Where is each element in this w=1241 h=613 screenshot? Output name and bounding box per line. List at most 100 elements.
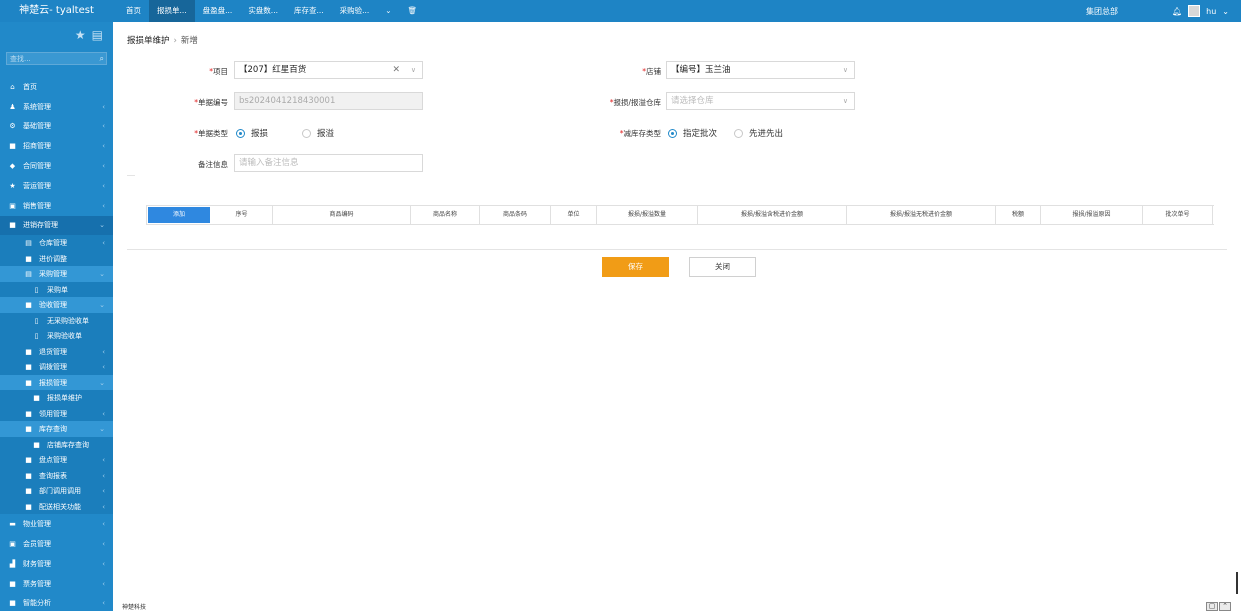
sidebar-item[interactable]: ■ 票务管理 ‹ <box>0 574 113 594</box>
clear-icon[interactable]: ✕ <box>392 62 400 78</box>
sidebar-item[interactable]: ■ 盘点管理 ‹ <box>0 452 113 468</box>
top-tab[interactable]: 采购验... <box>332 0 378 22</box>
sidebar-item[interactable]: ■ 领用管理 ‹ <box>0 405 113 422</box>
sidebar-item-label: 盘点管理 <box>39 456 67 465</box>
sidebar-item[interactable]: ▟ 财务管理 ‹ <box>0 554 113 574</box>
sidebar-item[interactable]: ■ 报损管理 ⌄ <box>0 374 113 391</box>
grid-column-header[interactable]: 报损/报溢原因 <box>1041 206 1143 224</box>
radio-unchecked-icon[interactable] <box>734 128 743 138</box>
chevron-down-icon[interactable]: ∨ <box>843 93 848 109</box>
doc-no-label: *单据编号 <box>194 98 228 107</box>
sidebar-item[interactable]: ■ 退货管理 ‹ <box>0 343 113 360</box>
sidebar-item[interactable]: ▯ 无采购验收单 <box>0 312 113 329</box>
save-button[interactable]: 保存 <box>602 257 669 277</box>
sidebar-item[interactable]: ★ 营运管理 ‹ <box>0 176 113 196</box>
list-icon[interactable]: ▤ <box>92 28 103 42</box>
bell-icon[interactable]: 🔔︎ <box>1172 7 1182 16</box>
sidebar-item[interactable]: ▬ 物业管理 ‹ <box>0 514 113 534</box>
sidebar-search-input[interactable] <box>7 53 106 64</box>
scrollbar[interactable] <box>1236 572 1238 594</box>
sidebar-item[interactable]: ♟ 系统管理 ‹ <box>0 97 113 117</box>
grid-column-header[interactable]: 商品编码 <box>273 206 411 224</box>
chart-icon: ▟ <box>9 559 16 568</box>
sidebar-item[interactable]: ⚙ 基础管理 ‹ <box>0 117 113 137</box>
sidebar-item[interactable]: ⌂ 首页 <box>0 77 113 97</box>
grid-icon: ■ <box>25 409 32 418</box>
sidebar-item[interactable]: ◆ 合同管理 ‹ <box>0 156 113 176</box>
top-tab[interactable]: 库存查... <box>286 0 332 22</box>
sidebar-item-label: 销售管理 <box>23 201 51 210</box>
sidebar-item[interactable]: ■ 店铺库存查询 <box>0 436 113 453</box>
avatar[interactable] <box>1188 5 1201 17</box>
grid-column-header[interactable]: 商品名称 <box>411 206 480 224</box>
sidebar-item[interactable]: ■ 配送相关功能 ‹ <box>0 498 113 515</box>
sidebar-item[interactable]: ■ 进销存管理 ⌄ <box>0 215 113 236</box>
sidebar-item-label: 验收管理 <box>39 301 67 310</box>
app-title[interactable]: 神楚云- tyaltest <box>0 0 113 22</box>
chevron-left-icon: ‹ <box>102 122 105 131</box>
sidebar-item[interactable]: ■ 库存查询 ⌄ <box>0 421 113 437</box>
star-icon[interactable]: ★ <box>75 28 86 42</box>
chevron-down-icon[interactable]: ∨ <box>411 62 416 78</box>
close-button[interactable]: 关闭 <box>689 257 756 277</box>
grid-column-header[interactable]: 税额 <box>996 206 1041 224</box>
top-bar: 神楚云- tyaltest 首页 报损单... 盘盈盘... 实盘数... 库存查...… <box>0 0 1241 22</box>
grid-column-header[interactable]: 报损/报溢含税进价金额 <box>698 206 847 224</box>
sidebar-item[interactable]: ■ 调拨管理 ‹ <box>0 359 113 375</box>
sidebar-item[interactable]: ▯ 采购单 <box>0 281 113 298</box>
breadcrumb-parent[interactable]: 报损单维护 <box>127 36 170 46</box>
scroll-top-icon[interactable]: ⌃ <box>1219 602 1231 611</box>
sidebar-item[interactable]: ■ 查询报表 ‹ <box>0 467 113 484</box>
radio-checked-icon[interactable] <box>236 128 245 138</box>
grid-column-header[interactable]: 批次单号 <box>1143 206 1213 224</box>
radio-checked-icon[interactable] <box>668 128 677 138</box>
project-select[interactable]: 【207】红星百货 ✕ ∨ <box>234 61 423 79</box>
chevron-left-icon: ‹ <box>102 599 105 608</box>
trash-icon[interactable]: 🗑︎ <box>400 0 426 22</box>
top-tab[interactable]: 盘盈盘... <box>195 0 241 22</box>
grid-column-header[interactable]: 序号 <box>211 206 273 224</box>
sidebar-item[interactable]: ▣ 销售管理 ‹ <box>0 196 113 216</box>
user-name[interactable]: hu <box>1206 7 1216 16</box>
add-row-button[interactable]: 添加 <box>148 207 210 223</box>
shop-select[interactable]: 【编号】玉兰油 ∨ <box>666 61 855 79</box>
radio-unchecked-icon[interactable] <box>302 128 311 138</box>
remark-label: 备注信息 <box>198 160 228 169</box>
sidebar-item[interactable]: ▣ 会员管理 ‹ <box>0 534 113 554</box>
chevron-down-icon[interactable]: ⌄ <box>377 0 399 22</box>
sidebar-item[interactable]: ■ 招商管理 ‹ <box>0 136 113 156</box>
grid-column-header[interactable]: 商品条码 <box>480 206 551 224</box>
fullscreen-icon[interactable]: ▢ <box>1206 602 1218 611</box>
sidebar-item-label: 系统管理 <box>23 102 51 111</box>
sidebar-item[interactable]: ■ 部门调用调用 ‹ <box>0 483 113 499</box>
remark-input[interactable] <box>234 154 423 172</box>
deduct-type-radio-batch[interactable]: 指定批次 <box>668 127 717 139</box>
warehouse-select[interactable]: 请选择仓库 ∨ <box>666 92 855 110</box>
grid-column-header[interactable]: 报损/报溢无税进价金额 <box>847 206 996 224</box>
chevron-down-icon[interactable]: ∨ <box>843 62 848 78</box>
gear-icon: ⚙ <box>9 122 16 131</box>
top-tab[interactable]: 报损单... <box>149 0 195 22</box>
org-name[interactable]: 集团总部 <box>1086 6 1118 17</box>
sidebar-item[interactable]: ▯ 采购验收单 <box>0 328 113 344</box>
top-right: 集团总部 🔔︎ hu ⌄ <box>1086 0 1229 22</box>
grid-column-header[interactable]: 单位 <box>551 206 597 224</box>
shop-label: *店铺 <box>642 67 661 76</box>
top-tab[interactable]: 首页 <box>118 0 149 22</box>
deduct-type-radio-fifo[interactable]: 先进先出 <box>734 127 783 139</box>
chevron-left-icon: ‹ <box>102 540 105 549</box>
sidebar-item-label: 招商管理 <box>23 142 51 151</box>
sidebar-item[interactable]: ■ 报损单维护 <box>0 390 113 406</box>
grid-column-header[interactable]: 报损/报溢数量 <box>597 206 698 224</box>
doc-type-radio-overflow[interactable]: 报溢 <box>302 127 334 139</box>
grid-icon: ■ <box>9 599 16 608</box>
sidebar-item[interactable]: ▤ 采购管理 ⌄ <box>0 266 113 282</box>
top-tab[interactable]: 实盘数... <box>240 0 286 22</box>
sidebar-item[interactable]: ■ 智能分析 ‹ <box>0 594 113 613</box>
sidebar-item[interactable]: ■ 进价调整 <box>0 250 113 267</box>
doc-type-radio-loss[interactable]: 报损 <box>236 127 268 139</box>
chevron-down-icon[interactable]: ⌄ <box>1222 7 1229 16</box>
sidebar-item[interactable]: ■ 验收管理 ⌄ <box>0 297 113 313</box>
search-icon[interactable]: ⌕ <box>100 54 104 64</box>
sidebar-item[interactable]: ▤ 仓库管理 ‹ <box>0 235 113 251</box>
